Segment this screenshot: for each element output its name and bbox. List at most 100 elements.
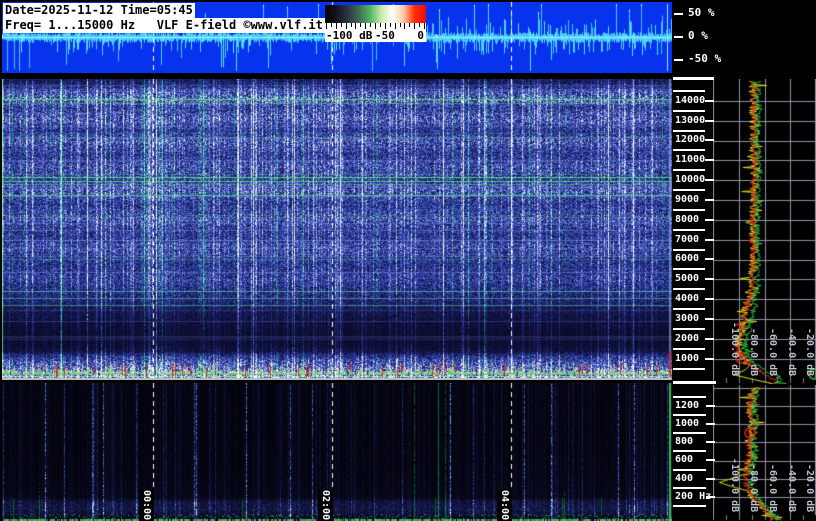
frequency-tick	[705, 258, 714, 260]
frequency-tick-label: 1000	[675, 353, 700, 364]
frequency-tick	[705, 278, 714, 280]
frequency-tick-label: 10000	[675, 174, 706, 185]
frequency-tick-label: 8000	[675, 214, 700, 225]
frequency-minor-tick	[673, 90, 705, 92]
frequency-minor-tick	[673, 348, 705, 350]
frequency-minor-tick	[673, 328, 705, 330]
frequency-minor-tick	[673, 396, 706, 398]
frequency-minor-tick	[673, 110, 705, 112]
frequency-tick	[706, 459, 715, 461]
colorbar-tick	[409, 23, 411, 27]
frequency-tick	[705, 179, 714, 181]
colorbar-tick-label: -50	[375, 29, 395, 42]
frequency-tick-label: 3000	[675, 313, 700, 324]
colorbar-scale: -100 dB -50 0	[325, 23, 426, 42]
colorbar-gradient	[325, 5, 426, 23]
colorbar-tick-label: -100 dB	[326, 29, 373, 42]
intensity-colorbar: -100 dB -50 0	[325, 5, 426, 42]
amplitude-scale-tick	[674, 13, 683, 15]
frequency-tick-label: 7000	[675, 234, 700, 245]
frequency-tick	[706, 478, 715, 480]
frequency-tick	[705, 298, 714, 300]
frequency-tick	[706, 405, 715, 407]
frequency-tick	[705, 318, 714, 320]
panel-separator	[2, 378, 672, 380]
frequency-axis-top-tick	[673, 381, 716, 384]
db-axis-label: -100.0 dB	[729, 322, 740, 377]
colorbar-tick	[399, 23, 401, 27]
colorbar-tick-label: 0	[417, 29, 424, 42]
vlf-monitor-screen: Date=2025-11-12 Time=05:45 Freq= 1...150…	[0, 0, 816, 521]
colorbar-tick	[389, 23, 391, 27]
db-axis-label: -40.0 dB	[786, 464, 797, 513]
frequency-tick-label: 2000	[675, 333, 700, 344]
frequency-tick	[706, 441, 715, 443]
db-axis-label: -80.0 dB	[748, 328, 759, 377]
frequency-tick-label: 14000	[675, 95, 706, 106]
info-overlay: Date=2025-11-12 Time=05:45 Freq= 1...150…	[3, 3, 325, 33]
frequency-minor-tick	[673, 249, 705, 251]
time-label-chip: 00:00	[139, 489, 154, 521]
frequency-minor-tick	[673, 268, 705, 270]
frequency-tick-label: 5000	[675, 273, 700, 284]
frequency-minor-tick	[673, 308, 705, 310]
colorbar-tick	[360, 23, 362, 27]
frequency-minor-tick	[673, 288, 705, 290]
frequency-tick	[706, 496, 715, 498]
frequency-tick	[705, 120, 714, 122]
date-time-label: Date=2025-11-12 Time=05:45	[3, 3, 195, 18]
frequency-minor-tick	[673, 432, 706, 434]
frequency-minor-tick	[673, 505, 706, 507]
db-axis-label: -20.0 dB	[804, 328, 815, 377]
main-spectrogram	[2, 79, 672, 378]
amplitude-scale-label: 0 %	[688, 29, 708, 42]
low-frequency-spectrogram	[2, 383, 672, 521]
colorbar-tick	[414, 23, 416, 29]
colorbar-tick	[340, 23, 342, 27]
amplitude-scale-tick	[674, 36, 683, 38]
frequency-minor-tick	[673, 149, 705, 151]
db-axis-label: -100.0 dB	[729, 458, 740, 513]
frequency-minor-tick	[673, 450, 706, 452]
frequency-tick	[705, 199, 714, 201]
frequency-minor-tick	[673, 209, 705, 211]
db-axis-label: -40.0 dB	[786, 328, 797, 377]
frequency-minor-tick	[673, 169, 705, 171]
frequency-minor-tick	[673, 414, 706, 416]
frequency-minor-tick	[673, 469, 706, 471]
frequency-tick-label: 9000	[675, 194, 700, 205]
colorbar-tick	[330, 23, 332, 27]
frequency-tick	[706, 423, 715, 425]
frequency-tick-label: 6000	[675, 253, 700, 264]
db-axis-label: -60.0 dB	[767, 328, 778, 377]
frequency-tick	[705, 159, 714, 161]
frequency-axis-top-tick	[673, 77, 714, 80]
freq-range-label: Freq= 1...15000 Hz VLF E-field ©www.vlf.…	[3, 18, 325, 33]
amplitude-scale-label: -50 %	[688, 52, 722, 65]
frequency-minor-tick	[673, 130, 705, 132]
frequency-tick-label: 12000	[675, 134, 706, 145]
frequency-tick	[705, 100, 714, 102]
db-axis-label: -80.0 dB	[748, 464, 759, 513]
frequency-tick	[705, 139, 714, 141]
frequency-tick	[705, 358, 714, 360]
frequency-tick-label: 4000	[675, 293, 700, 304]
frequency-tick-label: 13000	[675, 115, 706, 126]
colorbar-tick	[370, 23, 372, 27]
amplitude-scale-label: 50 %	[688, 6, 715, 19]
frequency-minor-tick	[673, 487, 706, 489]
amplitude-scale-tick	[674, 59, 683, 61]
frequency-tick	[705, 239, 714, 241]
frequency-tick	[705, 338, 714, 340]
frequency-tick-label: 11000	[675, 154, 706, 165]
time-label-chip: 02:00	[318, 489, 333, 521]
db-axis-label: -60.0 dB	[767, 464, 778, 513]
frequency-minor-tick	[673, 229, 705, 231]
frequency-minor-tick	[673, 189, 705, 191]
time-label-chip: 04:00	[497, 489, 512, 521]
colorbar-tick	[419, 23, 421, 27]
db-axis-label: -20.0 dB	[804, 464, 815, 513]
frequency-tick	[705, 219, 714, 221]
colorbar-tick	[350, 23, 352, 27]
colorbar-tick	[404, 23, 406, 29]
